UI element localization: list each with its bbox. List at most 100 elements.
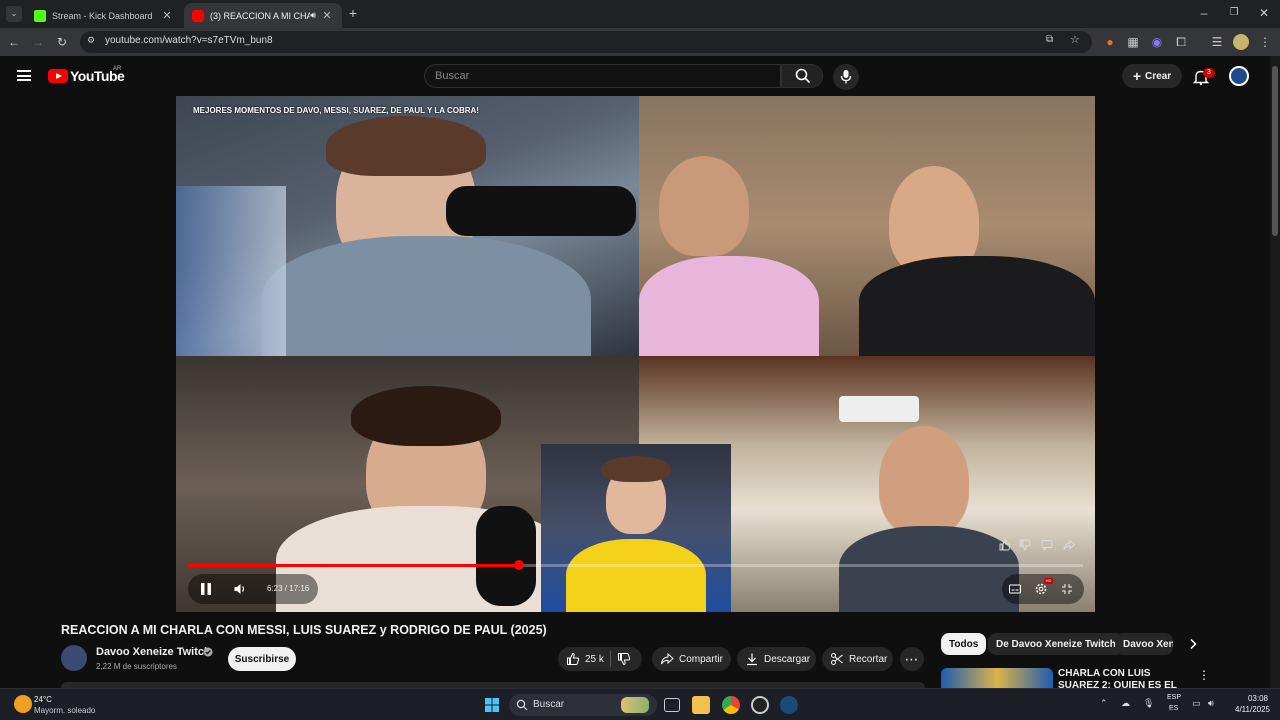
tab-search-button[interactable]: ⌄ (6, 6, 22, 22)
settings-gear-icon[interactable] (1034, 582, 1048, 596)
notification-count-badge: 3 (1203, 68, 1215, 78)
exit-fullscreen-icon[interactable] (1060, 582, 1074, 596)
chrome-icon[interactable] (722, 696, 740, 714)
subscribe-button[interactable]: Suscribirse (228, 647, 296, 671)
share-icon (661, 652, 674, 665)
browser-menu-icon[interactable]: ⋮ (1257, 34, 1273, 50)
subtitles-icon[interactable] (1008, 582, 1022, 596)
tab-kick-dashboard[interactable]: Stream - Kick Dashboard ✕ (26, 3, 182, 28)
extension-purple-icon[interactable]: ◉ (1149, 34, 1165, 50)
like-dislike-group: 25 k (558, 647, 642, 671)
volume-icon[interactable] (233, 582, 247, 596)
back-icon[interactable]: ← (6, 34, 22, 50)
file-explorer-icon[interactable] (692, 696, 710, 714)
url-text: youtube.com/watch?v=s7eTVm_bun8 (105, 35, 273, 46)
chip-all[interactable]: Todos (941, 633, 987, 655)
progress-played (188, 564, 520, 567)
search-input[interactable]: Buscar (424, 64, 781, 88)
bookmark-star-icon[interactable]: ☆ (1070, 33, 1080, 46)
like-count[interactable]: 25 k (585, 654, 604, 665)
tab-youtube-video[interactable]: (3) REACCION A MI CHARLA 🔊︎ ✕ (184, 3, 342, 28)
like-icon[interactable] (566, 652, 580, 666)
video-progress-bar[interactable] (188, 560, 1083, 570)
overlay-comment-icon[interactable] (1040, 538, 1054, 552)
kick-logo-icon (34, 9, 46, 22)
scrollbar-thumb[interactable] (1272, 66, 1278, 236)
taskbar-search-label: Buscar (533, 699, 565, 710)
overlay-dislike-icon[interactable] (1018, 538, 1032, 552)
video-overlay-title: MEJORES MOMENTOS DE DAVO, MESSI, SUAREZ,… (193, 106, 479, 115)
download-button[interactable]: Descargar (737, 647, 816, 671)
obs-icon[interactable] (751, 696, 769, 714)
speaker-icon[interactable]: 🔊︎ (310, 10, 316, 21)
onedrive-cloud-icon[interactable]: ☁ (1121, 698, 1130, 709)
tab-title: (3) REACCION A MI CHARLA (210, 10, 311, 21)
new-tab-button[interactable]: + (346, 5, 360, 21)
browser-toolbar: ← → ↻ ⚙ youtube.com/watch?v=s7eTVm_bun8 … (0, 28, 1280, 56)
channel-avatar[interactable] (61, 645, 87, 671)
weather-temperature[interactable]: 24°C (34, 695, 52, 704)
microphone-tray-icon[interactable]: 🎙︎ (1143, 698, 1154, 709)
dislike-icon[interactable] (617, 652, 631, 666)
minimize-icon[interactable]: – (1194, 6, 1214, 20)
clip-button[interactable]: Recortar (822, 647, 893, 671)
weather-description[interactable]: Mayorm. soleado (34, 706, 95, 715)
video-panel-top-right (639, 96, 1095, 356)
overlay-like-icon[interactable] (998, 538, 1012, 552)
site-info-icon[interactable]: ⚙ (87, 35, 95, 46)
profile-avatar[interactable] (1233, 34, 1249, 50)
more-actions-button[interactable]: ⋯ (900, 647, 924, 671)
chevron-right-icon[interactable] (1186, 637, 1200, 651)
weather-sun-icon[interactable] (14, 695, 32, 713)
taskbar-search[interactable]: Buscar (509, 694, 657, 716)
recommended-video-thumbnail[interactable] (941, 668, 1053, 688)
reading-list-icon[interactable]: ☰ (1209, 34, 1225, 50)
like-divider (609, 651, 611, 667)
create-button[interactable]: + Crear (1122, 64, 1182, 88)
search-icon (795, 68, 811, 84)
close-window-icon[interactable]: ✕ (1254, 6, 1274, 20)
taskbar-search-icon (516, 699, 528, 711)
chip-davoo[interactable]: Davoo Xene (1115, 633, 1173, 655)
steam-icon[interactable] (780, 696, 798, 714)
page-scrollbar[interactable] (1270, 56, 1280, 688)
video-player[interactable]: MEJORES MOMENTOS DE DAVO, MESSI, SUAREZ,… (176, 96, 1095, 612)
subscriber-count: 2,22 M de suscriptores (96, 662, 177, 671)
recommended-more-icon[interactable]: ⋮ (1198, 668, 1210, 684)
account-avatar[interactable] (1229, 66, 1249, 86)
restore-icon[interactable]: ❐ (1224, 7, 1244, 18)
pause-icon[interactable] (197, 580, 215, 598)
taskbar-clock[interactable]: 03:08 (1244, 694, 1268, 703)
taskbar-date[interactable]: 4/11/2025 (1230, 705, 1270, 714)
youtube-icon (192, 9, 204, 22)
youtube-logo-icon[interactable] (48, 69, 68, 83)
close-tab-icon[interactable]: ✕ (160, 9, 174, 22)
reload-icon[interactable]: ↻ (54, 34, 70, 50)
keyboard-layout[interactable]: ES (1169, 705, 1178, 712)
input-language[interactable]: ESP (1167, 694, 1181, 701)
forward-icon[interactable]: → (30, 34, 46, 50)
overlay-share-icon[interactable] (1062, 538, 1076, 552)
speaker-tray-icon[interactable]: 🔊︎ (1208, 698, 1214, 709)
time-display: 6:23 / 17:16 (267, 584, 310, 593)
tray-chevron-up-icon[interactable]: ⌃ (1100, 698, 1108, 709)
install-app-icon[interactable]: ⧉ (1046, 34, 1053, 45)
search-button[interactable] (781, 64, 823, 88)
extension-grid-icon[interactable]: ▦ (1125, 34, 1141, 50)
display-icon[interactable]: ▭ (1192, 698, 1201, 709)
verified-badge-icon (203, 647, 213, 657)
address-bar[interactable]: ⚙ youtube.com/watch?v=s7eTVm_bun8 ⧉ ☆ (80, 31, 1092, 53)
search-highlight-icon (621, 697, 649, 713)
extensions-puzzle-icon[interactable]: ⧠ (1173, 34, 1189, 50)
share-button[interactable]: Compartir (652, 647, 731, 671)
close-tab-icon[interactable]: ✕ (320, 9, 334, 22)
channel-name[interactable]: Davoo Xeneize Twitch (96, 646, 211, 658)
task-view-icon[interactable] (664, 698, 680, 712)
recommended-video-title[interactable]: CHARLA CON LUIS SUAREZ 2: QUIEN ES EL ME… (1058, 668, 1188, 688)
extension-fox-icon[interactable]: ● (1102, 34, 1118, 50)
chip-from-channel[interactable]: De Davoo Xeneize Twitch (988, 633, 1124, 655)
hamburger-menu-icon[interactable] (17, 70, 31, 81)
voice-search-button[interactable] (833, 64, 859, 90)
windows-start-icon[interactable] (484, 697, 500, 713)
plus-icon: + (1132, 68, 1142, 84)
